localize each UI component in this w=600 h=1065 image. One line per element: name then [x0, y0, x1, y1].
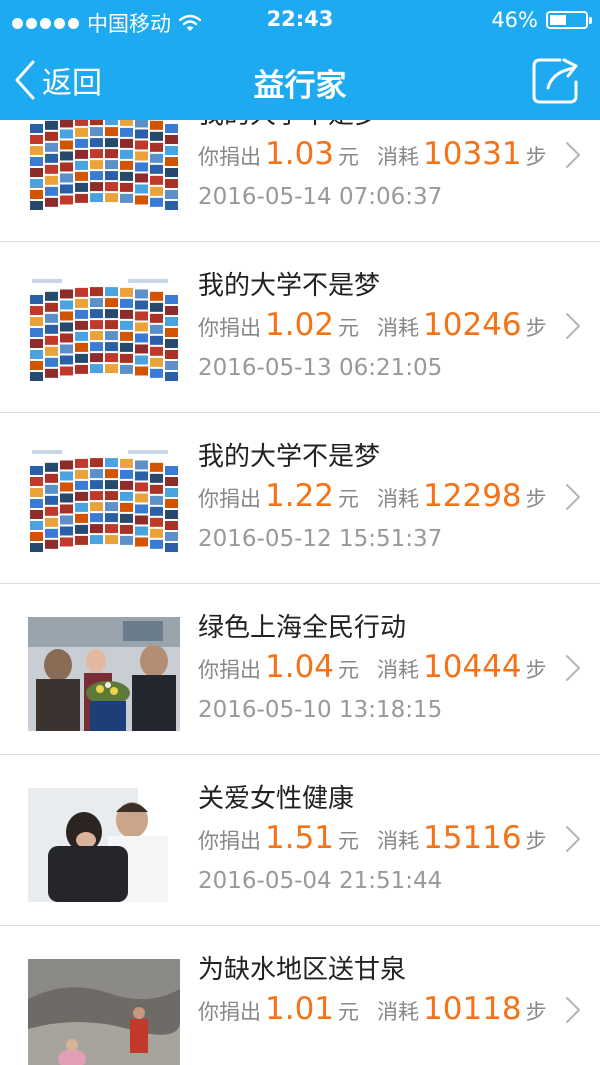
consume-label: 消耗	[377, 1000, 420, 1024]
project-title: 绿色上海全民行动	[198, 613, 407, 643]
project-title: 关爱女性健康	[198, 784, 355, 814]
donation-stats: 你捐出 1.22 元消耗 12298 步	[198, 478, 547, 514]
project-thumbnail	[28, 275, 180, 389]
project-thumbnail	[28, 446, 180, 560]
donation-date: 2016-05-14 07:06:37	[198, 184, 443, 210]
steps-unit: 步	[525, 1000, 547, 1024]
donation-stats: 你捐出 1.51 元消耗 15116 步	[198, 820, 547, 856]
donate-label: 你捐出	[198, 829, 261, 853]
consume-label: 消耗	[377, 316, 420, 340]
step-count: 10118	[423, 991, 522, 1027]
donation-date: 2016-05-12 15:51:37	[198, 526, 443, 552]
project-thumbnail	[28, 959, 180, 1065]
status-bar: 中国移动 22:43 46%	[0, 0, 600, 40]
project-thumbnail	[28, 120, 180, 218]
steps-unit: 步	[525, 658, 547, 682]
battery-percent: 46%	[491, 8, 538, 32]
donation-item[interactable]: 绿色上海全民行动你捐出 1.04 元消耗 10444 步 2016-05-10 13:18…	[0, 585, 600, 755]
donate-label: 你捐出	[198, 658, 261, 682]
project-title: 我的大学不是梦	[198, 120, 380, 131]
currency-unit: 元	[338, 316, 360, 340]
consume-label: 消耗	[377, 145, 420, 169]
battery-icon	[546, 11, 592, 29]
donation-amount: 1.04	[265, 649, 335, 685]
step-count: 15116	[423, 820, 522, 856]
donation-date: 2016-05-10 13:18:15	[198, 697, 443, 723]
chevron-right-icon	[566, 142, 580, 168]
battery-status: 46%	[491, 8, 592, 32]
donate-label: 你捐出	[198, 316, 261, 340]
donation-amount: 1.22	[265, 478, 335, 514]
currency-unit: 元	[338, 145, 360, 169]
consume-label: 消耗	[377, 829, 420, 853]
donation-date: 2016-05-04 21:51:44	[198, 868, 443, 894]
chevron-right-icon	[566, 997, 580, 1023]
consume-label: 消耗	[377, 658, 420, 682]
donation-item[interactable]: 我的大学不是梦你捐出1.03元消耗10331步 2016-05-14 07:06:…	[0, 120, 600, 242]
donation-amount: 1.03	[265, 136, 335, 172]
donation-stats: 你捐出 1.01 元消耗 10118 步	[198, 991, 547, 1027]
currency-unit: 元	[338, 487, 360, 511]
donation-date: 2016-05-13 06:21:05	[198, 355, 443, 381]
project-thumbnail	[28, 617, 180, 731]
chevron-right-icon	[566, 826, 580, 852]
project-thumbnail	[28, 788, 180, 902]
donation-stats: 你捐出 1.02 元消耗 10246 步	[198, 307, 547, 343]
step-count: 10331	[423, 136, 522, 172]
donation-list[interactable]: 我的大学不是梦你捐出1.03元消耗10331步2016-05-14 07:06:…	[0, 120, 600, 1065]
donation-item[interactable]: 关爱女性健康你捐出 1.51 元消耗 15116 步 2016-05-04 21:51:4…	[0, 756, 600, 926]
donation-item[interactable]: 为缺水地区送甘泉你捐出 1.01 元消耗 10118 步	[0, 927, 600, 1065]
steps-unit: 步	[525, 487, 547, 511]
page-title: 益行家	[253, 68, 347, 104]
donation-amount: 1.51	[265, 820, 335, 856]
chevron-right-icon	[566, 313, 580, 339]
consume-label: 消耗	[377, 487, 420, 511]
donate-label: 你捐出	[198, 487, 261, 511]
donation-stats: 你捐出 1.03 元消耗 10331 步	[198, 136, 547, 172]
share-icon[interactable]	[530, 54, 582, 106]
donation-item[interactable]: 我的大学不是梦你捐出 1.02 元消耗 10246 步 2016-05-13 06:21:…	[0, 243, 600, 413]
step-count: 10444	[423, 649, 522, 685]
currency-unit: 元	[338, 1000, 360, 1024]
steps-unit: 步	[525, 829, 547, 853]
project-title: 为缺水地区送甘泉	[198, 955, 407, 985]
project-title: 我的大学不是梦	[198, 442, 381, 472]
donation-item[interactable]: 我的大学不是梦你捐出 1.22 元消耗 12298 步 2016-05-12 15:51:…	[0, 414, 600, 584]
navigation-bar: 返回 益行家	[0, 40, 600, 120]
chevron-right-icon	[566, 655, 580, 681]
project-title: 我的大学不是梦	[198, 271, 381, 301]
donation-amount: 1.02	[265, 307, 335, 343]
steps-unit: 步	[525, 316, 547, 340]
donate-label: 你捐出	[198, 145, 261, 169]
donation-stats: 你捐出 1.04 元消耗 10444 步	[198, 649, 547, 685]
steps-unit: 步	[525, 145, 547, 169]
chevron-right-icon	[566, 484, 580, 510]
currency-unit: 元	[338, 658, 360, 682]
donate-label: 你捐出	[198, 1000, 261, 1024]
step-count: 10246	[423, 307, 522, 343]
step-count: 12298	[423, 478, 522, 514]
currency-unit: 元	[338, 829, 360, 853]
donation-amount: 1.01	[265, 991, 335, 1027]
